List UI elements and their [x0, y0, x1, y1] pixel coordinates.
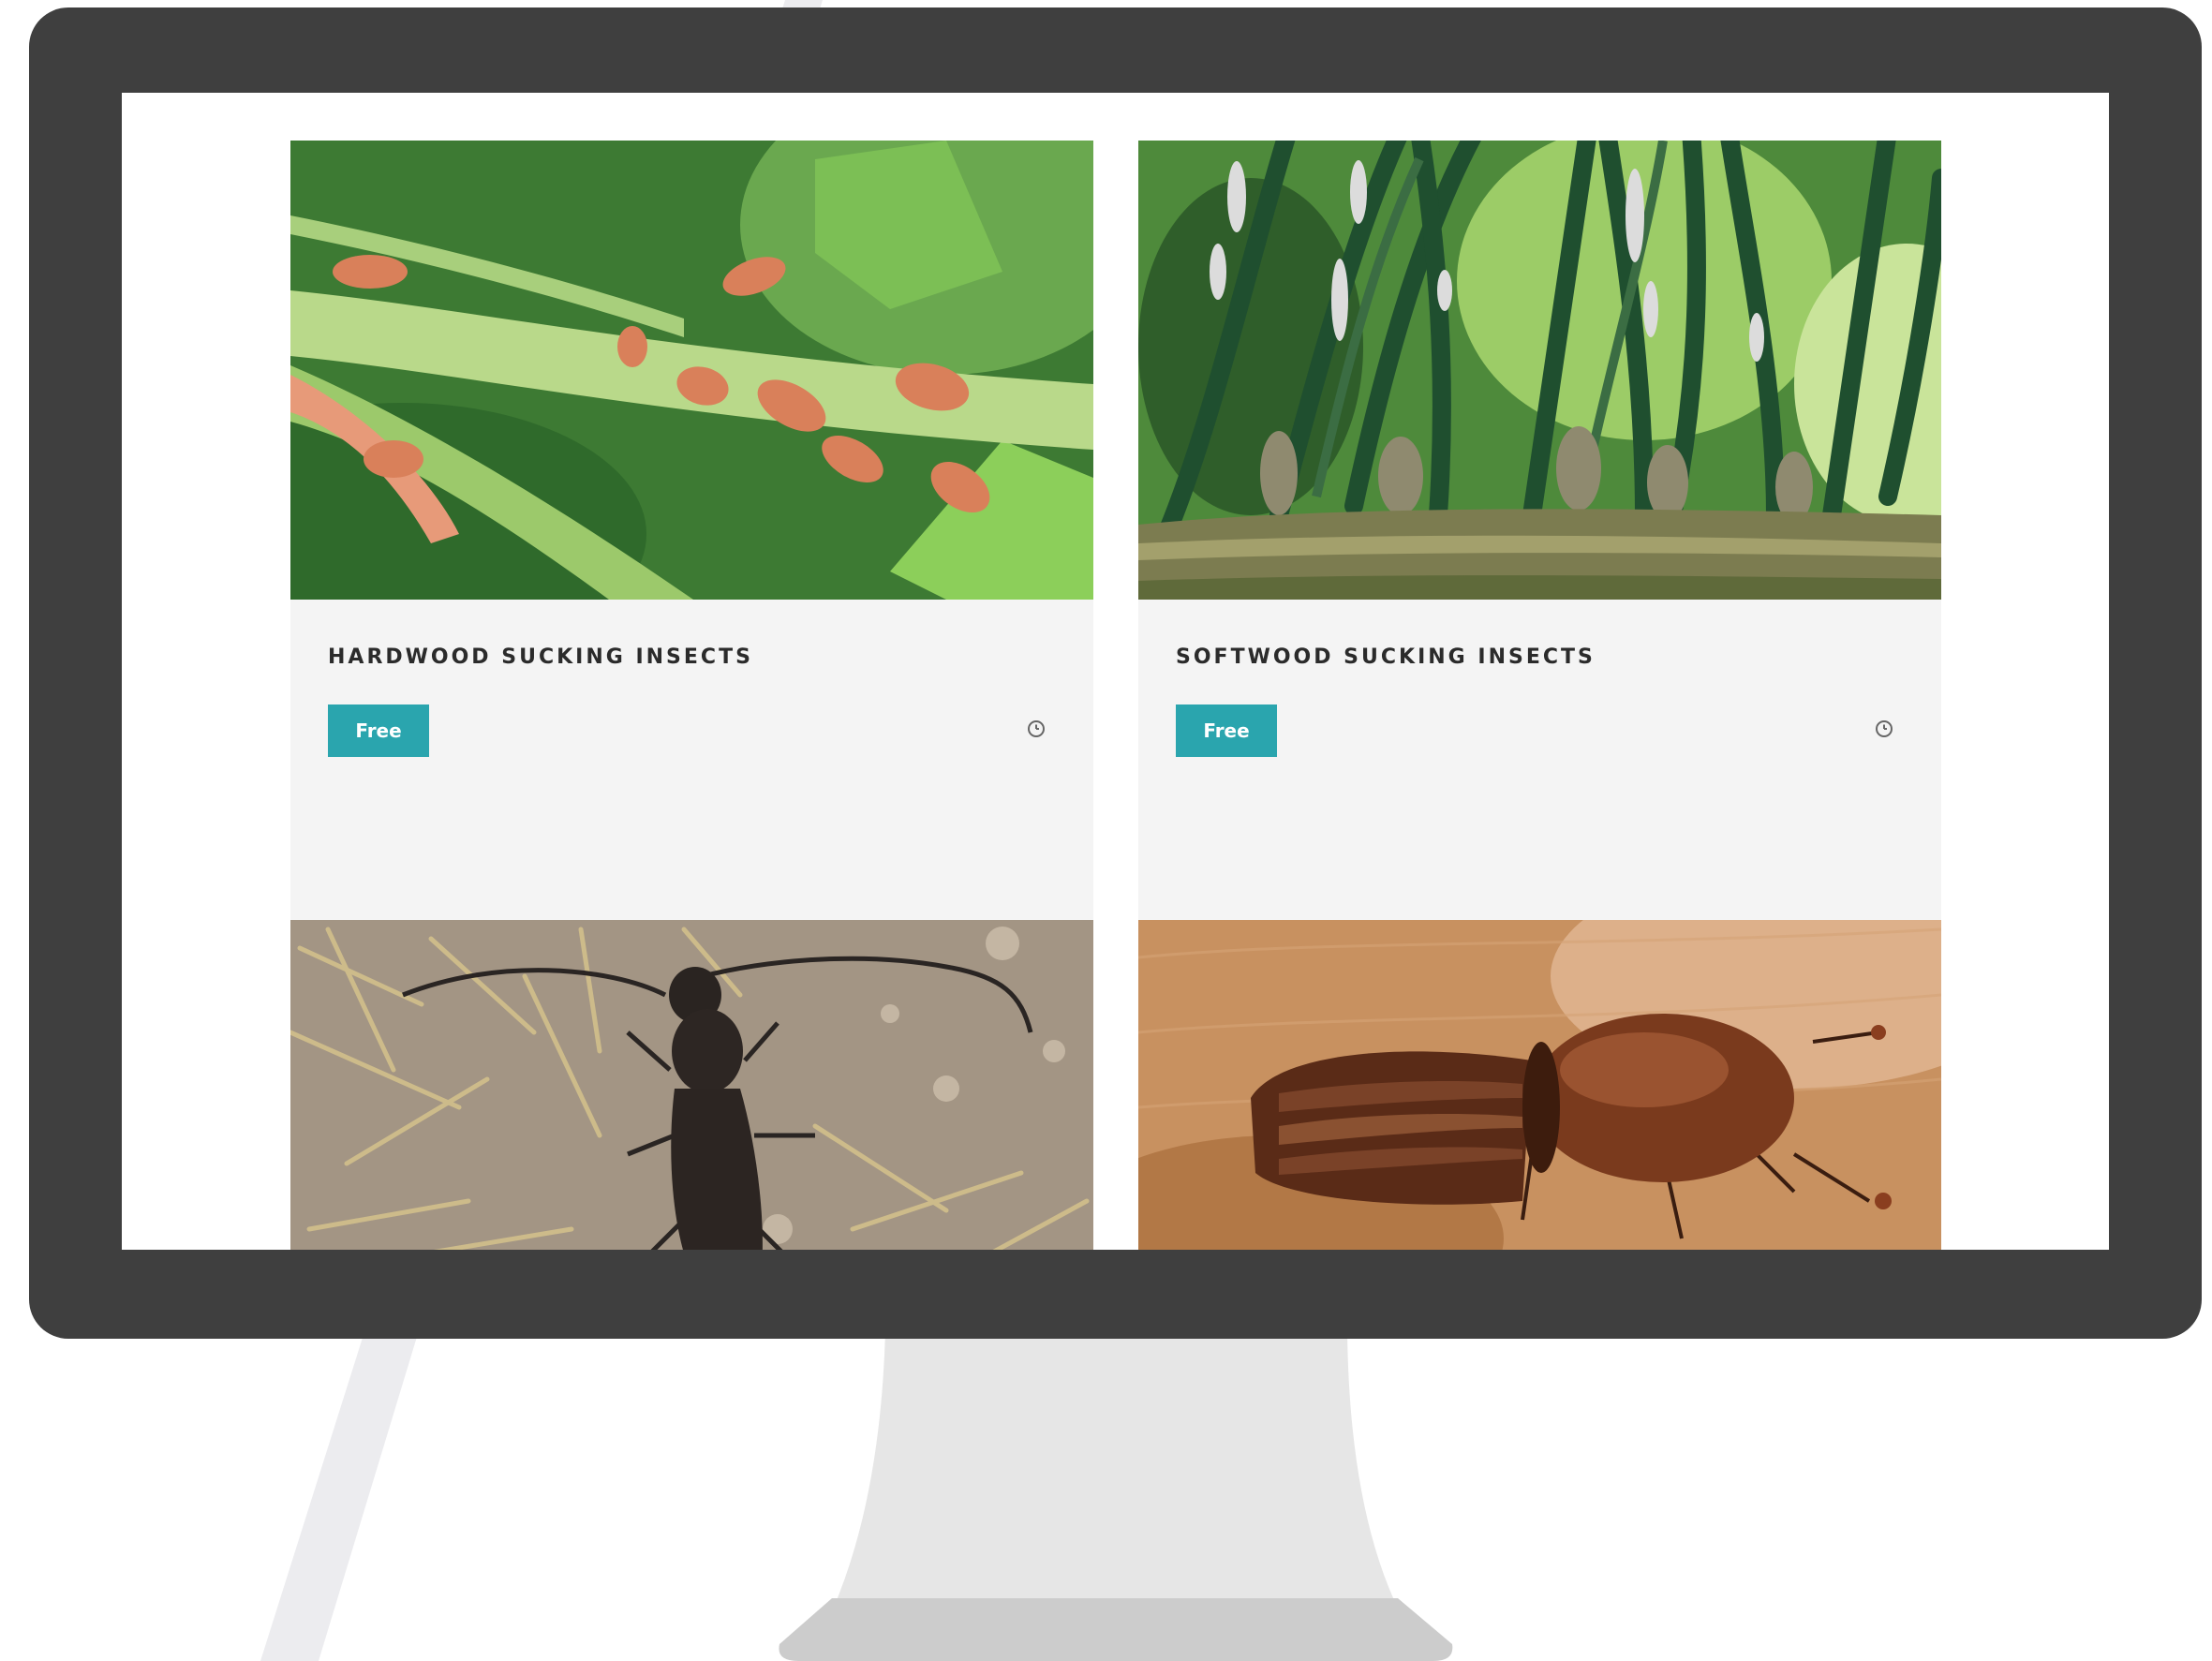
longhorn-beetle-on-ground-photo[interactable]: [290, 920, 1093, 1250]
course-card[interactable]: HARDWOOD SUCKING INSECTS Free: [290, 141, 1093, 972]
card-title[interactable]: HARDWOOD SUCKING INSECTS: [328, 645, 753, 669]
monitor-screen: HARDWOOD SUCKING INSECTS Free SOFTWOOD S…: [122, 93, 2109, 1250]
free-badge[interactable]: Free: [1176, 704, 1277, 757]
clock-icon[interactable]: [1027, 719, 1046, 738]
free-badge[interactable]: Free: [328, 704, 429, 757]
card-title[interactable]: SOFTWOOD SUCKING INSECTS: [1176, 645, 1596, 669]
course-card[interactable]: [1138, 920, 1941, 1250]
aphids-on-stem-photo[interactable]: [290, 141, 1093, 600]
bark-beetle-on-wood-photo[interactable]: [1138, 920, 1941, 1250]
course-card[interactable]: SOFTWOOD SUCKING INSECTS Free: [1138, 141, 1941, 972]
course-card[interactable]: [290, 920, 1093, 1250]
clock-icon[interactable]: [1875, 719, 1893, 738]
pine-needles-adelgids-photo[interactable]: [1138, 141, 1941, 600]
